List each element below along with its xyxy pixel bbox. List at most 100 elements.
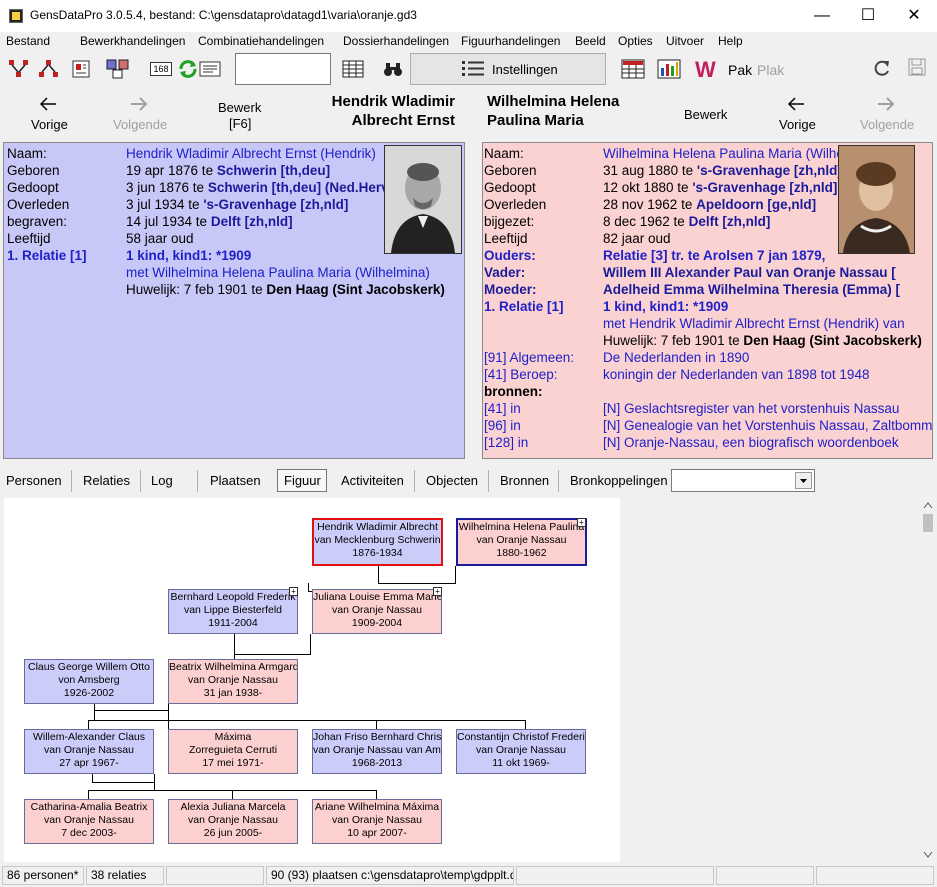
tree-node-catharina-amalia[interactable]: Catharina-Amalia Beatrix van Oranje Nassa…	[24, 799, 154, 844]
tree-icon[interactable]	[8, 58, 30, 80]
menu-bewerkhandelingen[interactable]: Bewerkhandelingen	[80, 34, 185, 48]
bron-dropdown[interactable]	[671, 469, 815, 492]
prev-arrow-left-icon[interactable]	[39, 97, 58, 114]
table-color-icon[interactable]	[621, 58, 645, 80]
tree-node-johan-friso[interactable]: Johan Friso Bernhard Christiaanvan Oranj…	[312, 729, 442, 774]
tree-node-hendrik[interactable]: Hendrik Wladimir Albrecht van Mecklenburg…	[312, 518, 443, 566]
expand-icon[interactable]: +	[433, 587, 442, 596]
vader-value[interactable]: Willem III Alexander Paul van Oranje Nas…	[603, 264, 896, 281]
bron-title-1[interactable]: [N] Geslachtsregister van het vorstenhui…	[603, 400, 899, 417]
close-button[interactable]: ✕	[891, 0, 937, 32]
beroep-label[interactable]: [41] Beroep:	[484, 366, 558, 383]
tree-node-wilhelmina[interactable]: Wilhelmina Helena Paulina van Oranje Nass…	[456, 518, 587, 566]
moeder-value[interactable]: Adelheid Emma Wilhelmina Theresia (Emma)…	[603, 281, 900, 298]
plak-button[interactable]: Plak	[757, 62, 784, 78]
algemeen-label[interactable]: [91] Algemeen:	[484, 349, 574, 366]
gedoopt-place[interactable]: Schwerin [th,deu] (Ned.Herv.)	[208, 180, 396, 195]
menu-dossierhandelingen[interactable]: Dossierhandelingen	[343, 34, 449, 48]
relatie-value[interactable]: 1 kind, kind1: *1909	[126, 247, 251, 264]
maximize-button[interactable]: ☐	[845, 0, 891, 32]
tab-activiteiten[interactable]: Activiteiten	[341, 473, 404, 488]
right-person-photo[interactable]	[838, 145, 915, 254]
tree-node-juliana[interactable]: Juliana Louise Emma Marie van Oranje Nass…	[312, 589, 442, 634]
bron-ref-3[interactable]: [128] in	[484, 434, 528, 451]
menu-combinatiehandelingen[interactable]: Combinatiehandelingen	[198, 34, 324, 48]
tree-vertical-scrollbar[interactable]	[920, 498, 936, 862]
edit-button-right[interactable]: Bewerk	[684, 107, 727, 122]
refresh-icon[interactable]	[872, 58, 894, 80]
status-empty-1	[166, 866, 264, 885]
partner-link[interactable]: met Wilhelmina Helena Paulina Maria (Wil…	[126, 264, 430, 281]
bron-title-3[interactable]: [N] Oranje-Nassau, een biografisch woord…	[603, 434, 899, 451]
tree-node-beatrix[interactable]: Beatrix Wilhelmina Armgard van Oranje Nas…	[168, 659, 298, 704]
next-button-left[interactable]: Volgende	[113, 117, 167, 132]
refresh-green-icon[interactable]	[177, 58, 199, 80]
tab-relaties[interactable]: Relaties	[83, 473, 130, 488]
menu-uitvoer[interactable]: Uitvoer	[666, 34, 704, 48]
w-logo-icon[interactable]: W	[694, 57, 720, 82]
app-icon[interactable]	[9, 9, 23, 23]
tree-node-claus[interactable]: Claus George Willem Otto von Amsberg 1926-…	[24, 659, 154, 704]
begraven-place[interactable]: Delft [zh,nld]	[211, 214, 293, 229]
expand-icon[interactable]: +	[289, 587, 298, 596]
tree-node-willem-alexander[interactable]: Willem-Alexander Claus van Oranje Nassau 2…	[24, 729, 154, 774]
binoculars-icon[interactable]	[382, 58, 404, 80]
tab-bronkoppelingen[interactable]: Bronkoppelingen	[570, 473, 668, 488]
save-icon[interactable]	[908, 58, 930, 80]
list-icon[interactable]	[199, 58, 221, 80]
tree-node-ariane[interactable]: Ariane Wilhelmina Máxima van Oranje Nassa…	[312, 799, 442, 844]
menu-opties[interactable]: Opties	[618, 34, 653, 48]
tab-bronnen[interactable]: Bronnen	[500, 473, 549, 488]
menu-beeld[interactable]: Beeld	[575, 34, 606, 48]
pedigree-icon[interactable]	[38, 58, 60, 80]
relatie-label[interactable]: 1. Relatie [1]	[7, 247, 87, 264]
overleden-place[interactable]: Apeldoorn [ge,nld]	[696, 197, 816, 212]
bijgezet-place[interactable]: Delft [zh,nld]	[689, 214, 771, 229]
tab-log[interactable]: Log	[151, 473, 173, 488]
next-button-right[interactable]: Volgende	[860, 117, 914, 132]
search-input[interactable]	[235, 53, 331, 85]
tab-plaatsen[interactable]: Plaatsen	[210, 473, 261, 488]
prev-button-right[interactable]: Vorige	[779, 117, 816, 132]
minimize-button[interactable]: —	[799, 0, 845, 32]
ouders-value[interactable]: Relatie [3] tr. te Arolsen 7 jan 1879,	[603, 247, 825, 264]
partner-link[interactable]: met Hendrik Wladimir Albrecht Ernst (Hen…	[603, 315, 905, 332]
menu-help[interactable]: Help	[718, 34, 743, 48]
chart-icon[interactable]	[657, 58, 681, 80]
tree-node-bernhard[interactable]: Bernhard Leopold Frederik van Lippe Biest…	[168, 589, 298, 634]
relatie-value[interactable]: 1 kind, kind1: *1909	[603, 298, 728, 315]
tab-figuur[interactable]: Figuur	[284, 473, 321, 488]
menu-figuurhandelingen[interactable]: Figuurhandelingen	[461, 34, 560, 48]
chevron-down-icon[interactable]	[795, 472, 812, 489]
naam-value[interactable]: Hendrik Wladimir Albrecht Ernst (Hendrik…	[126, 145, 376, 162]
left-person-photo[interactable]	[384, 145, 462, 254]
tree-node-constantijn[interactable]: Constantijn Christof Frederik van Oranje …	[456, 729, 586, 774]
overleden-place[interactable]: 's-Gravenhage [zh,nld]	[203, 197, 348, 212]
relatie-label[interactable]: 1. Relatie [1]	[484, 298, 564, 315]
gedoopt-place[interactable]: 's-Gravenhage [zh,nld]	[692, 180, 837, 195]
grid-icon[interactable]	[342, 58, 364, 80]
marriage-place[interactable]: Den Haag (Sint Jacobskerk)	[266, 282, 445, 297]
tree-node-alexia[interactable]: Alexia Juliana Marcela van Oranje Nassau 2…	[168, 799, 298, 844]
bron-title-2[interactable]: [N] Genealogie van het Vorstenhuis Nassa…	[603, 417, 932, 434]
next-arrow-left-icon[interactable]	[130, 97, 148, 114]
family-tree-canvas[interactable]: Hendrik Wladimir Albrecht van Mecklenburg…	[4, 498, 620, 862]
marriage-place[interactable]: Den Haag (Sint Jacobskerk)	[743, 333, 922, 348]
next-arrow-right-icon[interactable]	[877, 97, 895, 114]
pak-button[interactable]: Pak	[728, 62, 752, 78]
bron-ref-1[interactable]: [41] in	[484, 400, 521, 417]
tab-personen[interactable]: Personen	[6, 473, 62, 488]
menu-bestand[interactable]: Bestand	[6, 34, 50, 48]
person-card-icon[interactable]	[70, 58, 92, 80]
expand-icon[interactable]: +	[577, 518, 586, 527]
prev-button-left[interactable]: Vorige	[31, 117, 68, 132]
geboren-place[interactable]: Schwerin [th,deu]	[217, 163, 330, 178]
counter-icon[interactable]: 168	[150, 58, 174, 80]
group-icon[interactable]	[106, 58, 129, 80]
tab-objecten[interactable]: Objecten	[426, 473, 478, 488]
bron-ref-2[interactable]: [96] in	[484, 417, 521, 434]
prev-arrow-right-icon[interactable]	[787, 97, 806, 114]
tree-node-maxima[interactable]: Máxima Zorreguieta Cerruti 17 mei 1971-	[168, 729, 298, 774]
edit-button-left[interactable]: Bewerk	[218, 100, 261, 115]
geboren-place[interactable]: 's-Gravenhage [zh,nld]	[697, 163, 842, 178]
